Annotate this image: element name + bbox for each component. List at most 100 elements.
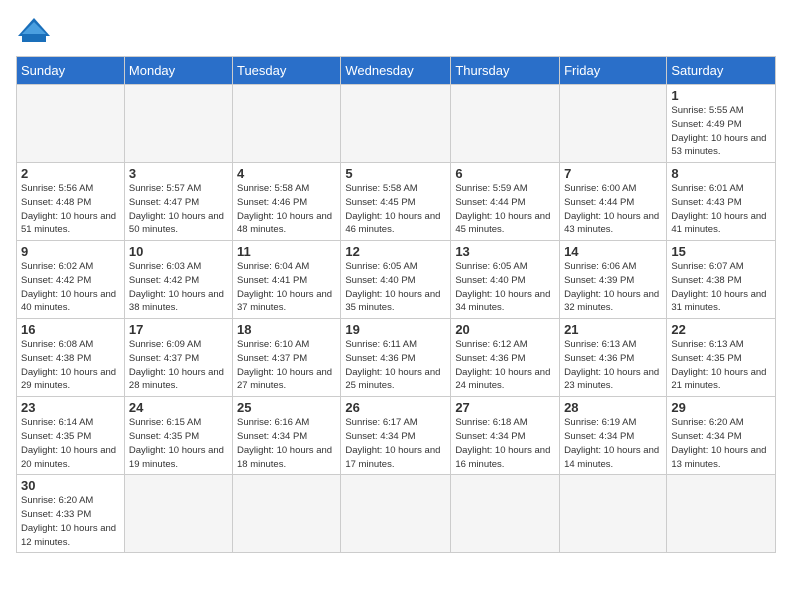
day-info: Sunrise: 6:03 AM Sunset: 4:42 PM Dayligh… <box>129 260 228 315</box>
day-number: 10 <box>129 244 228 259</box>
calendar-cell: 6Sunrise: 5:59 AM Sunset: 4:44 PM Daylig… <box>451 163 560 241</box>
day-info: Sunrise: 6:17 AM Sunset: 4:34 PM Dayligh… <box>345 416 446 471</box>
day-number: 17 <box>129 322 228 337</box>
day-info: Sunrise: 5:59 AM Sunset: 4:44 PM Dayligh… <box>455 182 555 237</box>
calendar-cell: 24Sunrise: 6:15 AM Sunset: 4:35 PM Dayli… <box>124 397 232 475</box>
calendar-cell: 23Sunrise: 6:14 AM Sunset: 4:35 PM Dayli… <box>17 397 125 475</box>
day-number: 13 <box>455 244 555 259</box>
day-number: 1 <box>671 88 771 103</box>
day-number: 2 <box>21 166 120 181</box>
day-number: 7 <box>564 166 662 181</box>
day-info: Sunrise: 6:11 AM Sunset: 4:36 PM Dayligh… <box>345 338 446 393</box>
day-number: 29 <box>671 400 771 415</box>
day-info: Sunrise: 6:06 AM Sunset: 4:39 PM Dayligh… <box>564 260 662 315</box>
day-number: 12 <box>345 244 446 259</box>
calendar-cell <box>560 475 667 553</box>
calendar-cell <box>124 85 232 163</box>
day-number: 18 <box>237 322 336 337</box>
day-number: 21 <box>564 322 662 337</box>
calendar-cell: 20Sunrise: 6:12 AM Sunset: 4:36 PM Dayli… <box>451 319 560 397</box>
weekday-header-friday: Friday <box>560 57 667 85</box>
day-info: Sunrise: 5:56 AM Sunset: 4:48 PM Dayligh… <box>21 182 120 237</box>
day-number: 26 <box>345 400 446 415</box>
day-number: 20 <box>455 322 555 337</box>
day-number: 30 <box>21 478 120 493</box>
calendar-cell: 17Sunrise: 6:09 AM Sunset: 4:37 PM Dayli… <box>124 319 232 397</box>
day-info: Sunrise: 6:07 AM Sunset: 4:38 PM Dayligh… <box>671 260 771 315</box>
day-info: Sunrise: 6:01 AM Sunset: 4:43 PM Dayligh… <box>671 182 771 237</box>
calendar-cell: 7Sunrise: 6:00 AM Sunset: 4:44 PM Daylig… <box>560 163 667 241</box>
calendar-cell <box>451 85 560 163</box>
day-number: 19 <box>345 322 446 337</box>
day-number: 8 <box>671 166 771 181</box>
day-number: 9 <box>21 244 120 259</box>
day-info: Sunrise: 6:12 AM Sunset: 4:36 PM Dayligh… <box>455 338 555 393</box>
calendar-cell: 22Sunrise: 6:13 AM Sunset: 4:35 PM Dayli… <box>667 319 776 397</box>
calendar-cell <box>560 85 667 163</box>
weekday-header-thursday: Thursday <box>451 57 560 85</box>
calendar-table: SundayMondayTuesdayWednesdayThursdayFrid… <box>16 56 776 553</box>
day-number: 3 <box>129 166 228 181</box>
day-info: Sunrise: 5:55 AM Sunset: 4:49 PM Dayligh… <box>671 104 771 159</box>
calendar-cell <box>232 85 340 163</box>
day-number: 28 <box>564 400 662 415</box>
day-number: 11 <box>237 244 336 259</box>
day-info: Sunrise: 5:58 AM Sunset: 4:46 PM Dayligh… <box>237 182 336 237</box>
weekday-header-wednesday: Wednesday <box>341 57 451 85</box>
day-number: 27 <box>455 400 555 415</box>
calendar-cell: 13Sunrise: 6:05 AM Sunset: 4:40 PM Dayli… <box>451 241 560 319</box>
day-info: Sunrise: 6:19 AM Sunset: 4:34 PM Dayligh… <box>564 416 662 471</box>
logo <box>16 16 56 44</box>
calendar-cell: 3Sunrise: 5:57 AM Sunset: 4:47 PM Daylig… <box>124 163 232 241</box>
weekday-header-tuesday: Tuesday <box>232 57 340 85</box>
weekday-header-saturday: Saturday <box>667 57 776 85</box>
day-info: Sunrise: 5:58 AM Sunset: 4:45 PM Dayligh… <box>345 182 446 237</box>
calendar-cell <box>341 85 451 163</box>
day-info: Sunrise: 6:04 AM Sunset: 4:41 PM Dayligh… <box>237 260 336 315</box>
day-info: Sunrise: 6:20 AM Sunset: 4:34 PM Dayligh… <box>671 416 771 471</box>
day-number: 25 <box>237 400 336 415</box>
day-info: Sunrise: 6:05 AM Sunset: 4:40 PM Dayligh… <box>345 260 446 315</box>
calendar-cell: 28Sunrise: 6:19 AM Sunset: 4:34 PM Dayli… <box>560 397 667 475</box>
calendar-cell: 4Sunrise: 5:58 AM Sunset: 4:46 PM Daylig… <box>232 163 340 241</box>
day-info: Sunrise: 6:05 AM Sunset: 4:40 PM Dayligh… <box>455 260 555 315</box>
calendar-cell: 1Sunrise: 5:55 AM Sunset: 4:49 PM Daylig… <box>667 85 776 163</box>
day-info: Sunrise: 6:18 AM Sunset: 4:34 PM Dayligh… <box>455 416 555 471</box>
calendar-cell: 14Sunrise: 6:06 AM Sunset: 4:39 PM Dayli… <box>560 241 667 319</box>
calendar-cell <box>124 475 232 553</box>
logo-icon <box>16 16 52 44</box>
day-number: 5 <box>345 166 446 181</box>
page-header <box>16 16 776 44</box>
calendar-cell <box>232 475 340 553</box>
calendar-cell: 18Sunrise: 6:10 AM Sunset: 4:37 PM Dayli… <box>232 319 340 397</box>
day-number: 14 <box>564 244 662 259</box>
calendar-cell: 19Sunrise: 6:11 AM Sunset: 4:36 PM Dayli… <box>341 319 451 397</box>
calendar-cell: 11Sunrise: 6:04 AM Sunset: 4:41 PM Dayli… <box>232 241 340 319</box>
day-info: Sunrise: 6:08 AM Sunset: 4:38 PM Dayligh… <box>21 338 120 393</box>
day-info: Sunrise: 6:20 AM Sunset: 4:33 PM Dayligh… <box>21 494 120 549</box>
calendar-cell: 8Sunrise: 6:01 AM Sunset: 4:43 PM Daylig… <box>667 163 776 241</box>
calendar-cell: 15Sunrise: 6:07 AM Sunset: 4:38 PM Dayli… <box>667 241 776 319</box>
day-info: Sunrise: 6:13 AM Sunset: 4:35 PM Dayligh… <box>671 338 771 393</box>
day-info: Sunrise: 6:15 AM Sunset: 4:35 PM Dayligh… <box>129 416 228 471</box>
day-number: 15 <box>671 244 771 259</box>
calendar-cell: 25Sunrise: 6:16 AM Sunset: 4:34 PM Dayli… <box>232 397 340 475</box>
calendar-cell: 2Sunrise: 5:56 AM Sunset: 4:48 PM Daylig… <box>17 163 125 241</box>
weekday-header-monday: Monday <box>124 57 232 85</box>
day-info: Sunrise: 6:00 AM Sunset: 4:44 PM Dayligh… <box>564 182 662 237</box>
day-info: Sunrise: 6:02 AM Sunset: 4:42 PM Dayligh… <box>21 260 120 315</box>
calendar-cell: 30Sunrise: 6:20 AM Sunset: 4:33 PM Dayli… <box>17 475 125 553</box>
day-info: Sunrise: 6:10 AM Sunset: 4:37 PM Dayligh… <box>237 338 336 393</box>
day-number: 4 <box>237 166 336 181</box>
day-info: Sunrise: 6:09 AM Sunset: 4:37 PM Dayligh… <box>129 338 228 393</box>
day-info: Sunrise: 6:14 AM Sunset: 4:35 PM Dayligh… <box>21 416 120 471</box>
calendar-cell <box>17 85 125 163</box>
calendar-cell: 16Sunrise: 6:08 AM Sunset: 4:38 PM Dayli… <box>17 319 125 397</box>
calendar-cell <box>341 475 451 553</box>
day-info: Sunrise: 6:13 AM Sunset: 4:36 PM Dayligh… <box>564 338 662 393</box>
calendar-cell <box>667 475 776 553</box>
calendar-cell: 29Sunrise: 6:20 AM Sunset: 4:34 PM Dayli… <box>667 397 776 475</box>
day-info: Sunrise: 5:57 AM Sunset: 4:47 PM Dayligh… <box>129 182 228 237</box>
calendar-cell: 27Sunrise: 6:18 AM Sunset: 4:34 PM Dayli… <box>451 397 560 475</box>
calendar-cell: 26Sunrise: 6:17 AM Sunset: 4:34 PM Dayli… <box>341 397 451 475</box>
